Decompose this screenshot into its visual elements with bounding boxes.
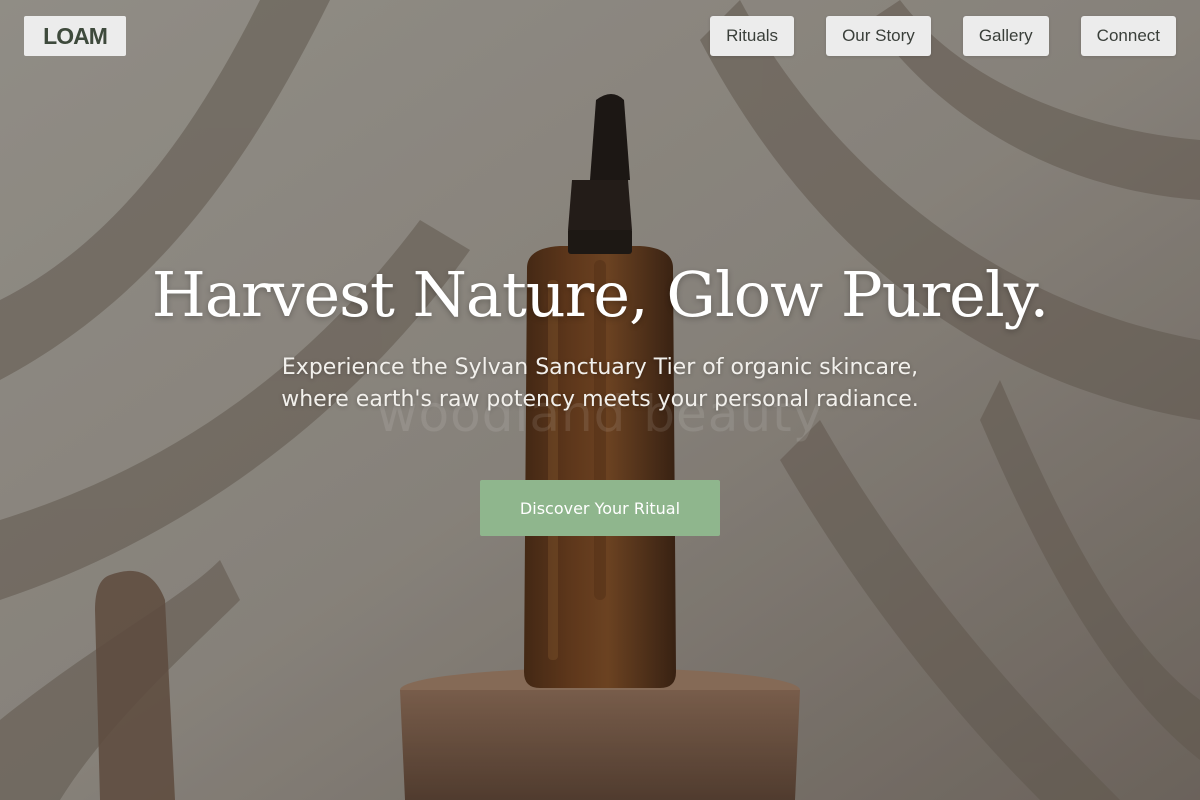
hero-section: LOAM Rituals Our Story Gallery Connect w… [0,0,1200,800]
main-nav: Rituals Our Story Gallery Connect [710,16,1176,56]
discover-ritual-button[interactable]: Discover Your Ritual [480,480,720,536]
nav-connect-button[interactable]: Connect [1080,16,1176,56]
nav-gallery-button[interactable]: Gallery [962,16,1049,56]
brand-logo[interactable]: LOAM [24,16,126,56]
nav-rituals-button[interactable]: Rituals [710,16,795,56]
hero-headline: Harvest Nature, Glow Purely. [151,258,1049,331]
nav-our-story-button[interactable]: Our Story [826,16,931,56]
hero-subtext: Experience the Sylvan Sanctuary Tier of … [281,355,919,412]
